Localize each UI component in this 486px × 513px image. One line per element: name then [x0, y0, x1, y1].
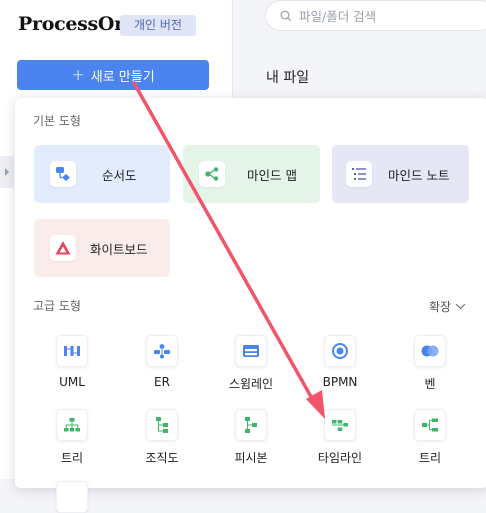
mind-note-icon — [346, 161, 372, 187]
chevron-down-icon — [455, 303, 466, 310]
search-icon — [280, 10, 292, 21]
timeline-icon — [324, 409, 356, 441]
card-flowchart-label: 순서도 — [102, 167, 137, 183]
flowchart-icon — [50, 161, 76, 187]
er-icon — [146, 335, 178, 367]
tile-swimlane-label: 스윔레인 — [228, 377, 274, 391]
tile-er[interactable]: ER — [131, 335, 193, 389]
card-whiteboard[interactable]: 화이트보드 — [34, 219, 170, 277]
new-create-button[interactable]: + 새로 만들기 — [17, 60, 209, 90]
tile-tree-right[interactable]: 트리 — [399, 409, 461, 466]
plus-icon: + — [71, 65, 85, 84]
tile-venn[interactable]: 벤 — [399, 335, 461, 392]
tile-timeline[interactable]: 타임라인 — [309, 409, 371, 466]
tile-bpmn-label: BPMN — [322, 375, 358, 389]
edition-badge: 개인 버전 — [120, 15, 196, 36]
whiteboard-icon — [50, 235, 76, 261]
my-files-title: 내 파일 — [266, 70, 310, 86]
card-mind-note[interactable]: 마인드 노트 — [332, 145, 469, 203]
tile-tree-label: 트리 — [60, 451, 84, 465]
tile-timeline-label: 타임라인 — [317, 451, 363, 465]
tile-tree[interactable]: 트리 — [41, 409, 103, 466]
tile-org-chart[interactable]: 조직도 — [131, 409, 193, 466]
expand-toggle[interactable]: 확장 — [429, 298, 466, 315]
card-whiteboard-label: 화이트보드 — [90, 241, 148, 257]
search-placeholder: 파일/폴더 검색 — [299, 9, 377, 24]
card-mind-note-label: 마인드 노트 — [388, 167, 450, 183]
more-shape-icon — [56, 481, 88, 513]
advanced-shapes-title: 고급 도형 — [33, 299, 81, 313]
tile-more[interactable] — [41, 481, 103, 513]
app-logo[interactable]: ProcessOn — [18, 13, 128, 35]
tile-tree-right-label: 트리 — [418, 451, 442, 465]
tile-swimlane[interactable]: 스윔레인 — [220, 335, 282, 392]
tree-right-icon — [414, 409, 446, 441]
search-input[interactable]: 파일/폴더 검색 — [265, 0, 486, 31]
sidebar-collapse-handle[interactable] — [0, 156, 14, 188]
new-file-dropdown: 기본 도형 순서도 마인드 맵 마인드 노트 화이트보드 고급 도형 확장 UM… — [15, 98, 486, 513]
card-mindmap[interactable]: 마인드 맵 — [183, 145, 320, 203]
venn-icon — [414, 335, 446, 367]
swimlane-icon — [235, 335, 267, 367]
tree-icon — [56, 409, 88, 441]
new-create-label: 새로 만들기 — [90, 69, 155, 85]
mindmap-icon — [199, 161, 225, 187]
uml-icon — [56, 335, 88, 367]
card-flowchart[interactable]: 순서도 — [34, 145, 170, 203]
caret-right-icon — [5, 168, 9, 176]
tile-fishbone-label: 피시본 — [234, 451, 268, 465]
bpmn-icon — [324, 335, 356, 367]
tile-venn-label: 벤 — [424, 377, 436, 391]
basic-shapes-title: 기본 도형 — [33, 114, 81, 128]
tile-uml[interactable]: UML — [41, 335, 103, 389]
org-chart-icon — [146, 409, 178, 441]
tile-org-chart-label: 조직도 — [145, 451, 179, 465]
tile-fishbone[interactable]: 피시본 — [220, 409, 282, 466]
card-mindmap-label: 마인드 맵 — [247, 167, 297, 183]
tile-er-label: ER — [154, 375, 170, 389]
fishbone-icon — [235, 409, 267, 441]
tile-uml-label: UML — [59, 375, 85, 389]
expand-label: 확장 — [429, 300, 452, 314]
tile-bpmn[interactable]: BPMN — [309, 335, 371, 389]
